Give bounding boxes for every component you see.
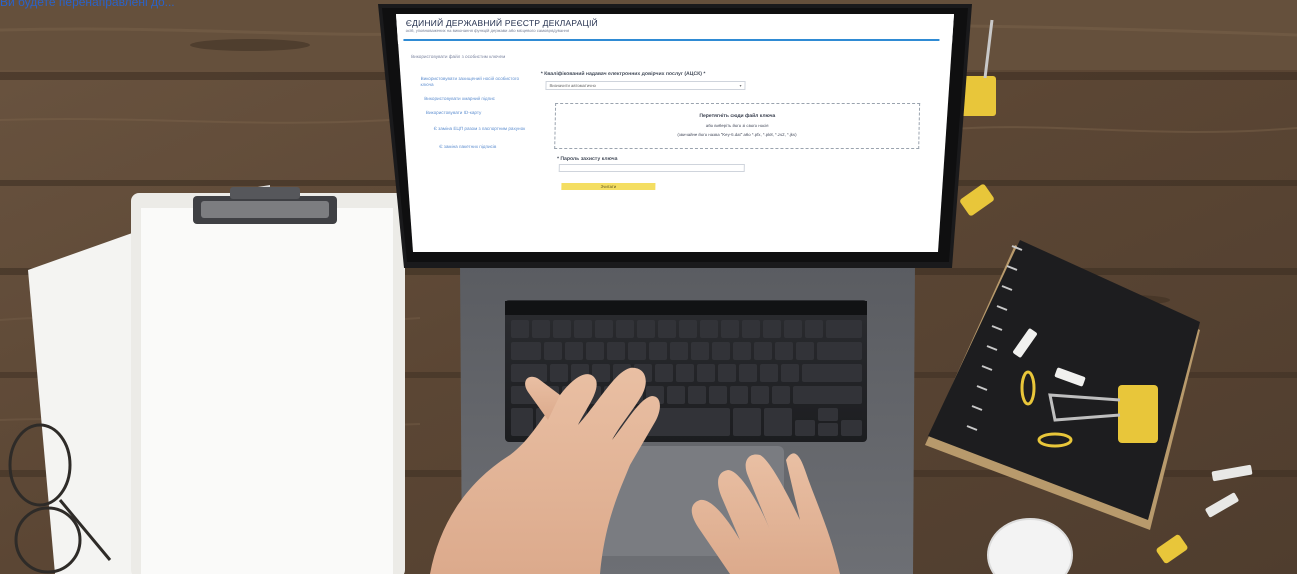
sidebar-item-id-card[interactable]: Використовувати ID-карту [426,110,534,116]
key-password-input[interactable] [558,164,745,172]
sidebar-item-batch-sign[interactable]: Є заміна пакетних підписів [439,144,537,150]
password-label: * Пароль захисту ключа [556,156,618,162]
clipboard [131,187,405,574]
acsk-selected-value: Визначити автоматично [549,83,596,88]
header-divider [403,39,940,41]
acsk-select[interactable]: Визначити автоматично ▾ [545,81,746,90]
web-page: ЄДИНИЙ ДЕРЖАВНИЙ РЕЄСТР ДЕКЛАРАЦІЙ осіб,… [395,14,948,250]
dropzone-hint: або виберіть його зі свого носія [705,123,769,128]
sidebar-item-replace-eds[interactable]: Є заміна ЕЦП разом з паспортним рахунок [434,126,534,132]
acsk-label: * Кваліфікований надавач електронних дов… [540,71,706,77]
sidebar-item-secure-media[interactable]: Використовувати захищений носій особисто… [420,76,528,88]
chevron-down-icon: ▾ [739,83,742,88]
registry-title: ЄДИНИЙ ДЕРЖАВНИЙ РЕЄСТР ДЕКЛАРАЦІЙ [405,18,599,28]
sidebar-heading[interactable]: Використовувати файл з особистим ключем [411,54,529,60]
key-file-dropzone[interactable]: Перетягніть сюди файл ключа або виберіть… [554,103,921,149]
dropzone-title: Перетягніть сюди файл ключа [699,113,776,119]
dropzone-formats: (звичайне його назва "Key-6.dat" або *.p… [677,132,797,137]
sidebar-item-cloud-sign[interactable]: Використовувати хмарний підпис [424,96,532,102]
read-key-button[interactable]: Зчитати [561,183,656,190]
redirect-link[interactable]: Ви будете перенаправлені до... [0,0,270,9]
registry-subtitle: осіб, уповноважених на виконання функцій… [405,28,570,33]
